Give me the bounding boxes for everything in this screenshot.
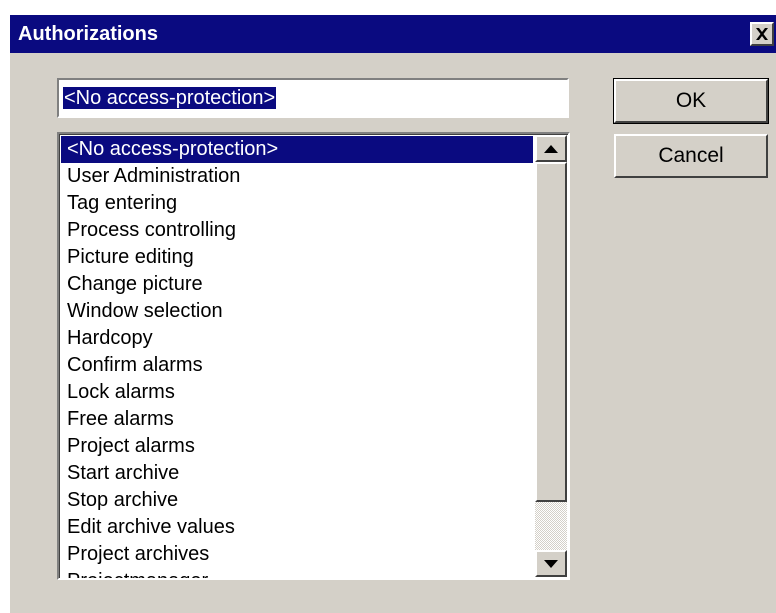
authorizations-dialog: Authorizations <No access-protection> OK… xyxy=(8,13,776,613)
list-item[interactable]: Change picture xyxy=(61,271,533,298)
scroll-down-button[interactable] xyxy=(535,550,567,577)
list-item[interactable]: Project archives xyxy=(61,541,533,568)
list-item[interactable]: Project alarms xyxy=(61,433,533,460)
list-item[interactable]: User Administration xyxy=(61,163,533,190)
list-item[interactable]: Tag entering xyxy=(61,190,533,217)
list-item[interactable]: Lock alarms xyxy=(61,379,533,406)
title-bar[interactable]: Authorizations xyxy=(10,15,776,53)
cancel-button-label: Cancel xyxy=(658,144,724,167)
scroll-up-button[interactable] xyxy=(535,135,567,162)
scroll-down-arrow-icon xyxy=(544,559,558,568)
list-item[interactable]: Projectmanager xyxy=(61,568,533,578)
ok-button[interactable]: OK xyxy=(613,78,769,124)
list-item[interactable]: Edit archive values xyxy=(61,514,533,541)
list-item[interactable]: Start archive xyxy=(61,460,533,487)
ok-button-label: OK xyxy=(675,89,707,112)
authorization-listbox[interactable]: <No access-protection> User Administratio… xyxy=(57,132,570,580)
list-item[interactable]: <No access-protection> xyxy=(61,136,533,163)
authorization-input-value: <No access-protection> xyxy=(63,87,277,109)
list-item[interactable]: Hardcopy xyxy=(61,325,533,352)
list-item[interactable]: Process controlling xyxy=(61,217,533,244)
authorization-input[interactable]: <No access-protection> xyxy=(57,78,569,118)
vertical-scrollbar[interactable] xyxy=(535,135,567,577)
close-icon xyxy=(756,28,768,40)
list-item[interactable]: Confirm alarms xyxy=(61,352,533,379)
scrollbar-thumb[interactable] xyxy=(535,162,567,502)
list-item[interactable]: Stop archive xyxy=(61,487,533,514)
scroll-up-arrow-icon xyxy=(544,144,558,153)
authorization-list-items: <No access-protection> User Administratio… xyxy=(61,136,533,578)
list-item[interactable]: Free alarms xyxy=(61,406,533,433)
close-button[interactable] xyxy=(750,22,774,46)
list-item[interactable]: Picture editing xyxy=(61,244,533,271)
cancel-button[interactable]: Cancel xyxy=(614,134,768,178)
window-title: Authorizations xyxy=(18,23,158,45)
list-item[interactable]: Window selection xyxy=(61,298,533,325)
